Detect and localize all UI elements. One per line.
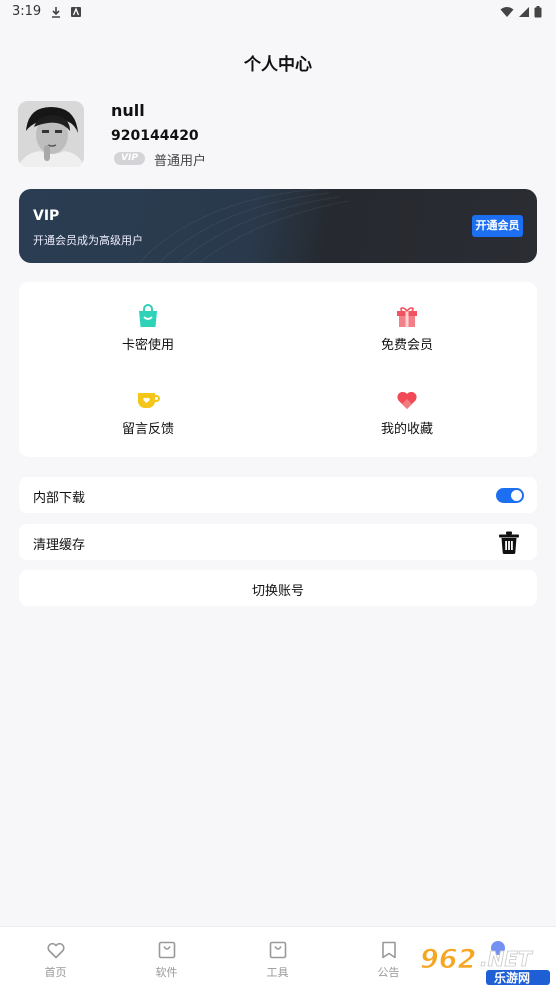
shopping-bag-icon bbox=[139, 304, 157, 327]
internal-download-row: 内部下载 bbox=[19, 477, 537, 513]
svg-text:962: 962 bbox=[420, 944, 476, 975]
grid-label: 卡密使用 bbox=[121, 338, 174, 353]
user-level: 普通用户 bbox=[154, 154, 207, 169]
tab-label: 首页 bbox=[44, 966, 67, 979]
bag-outline-icon bbox=[269, 941, 286, 959]
tab-label: 工具 bbox=[266, 966, 289, 979]
tab-label: 软件 bbox=[155, 966, 178, 979]
signal-icon bbox=[519, 7, 529, 17]
vip-card-title: VIP bbox=[33, 208, 60, 224]
user-name: null bbox=[111, 101, 145, 120]
svg-text:.NET: .NET bbox=[480, 947, 533, 971]
heart-outline-icon bbox=[46, 942, 65, 959]
user-id: 920144420 bbox=[111, 128, 199, 144]
trash-icon[interactable] bbox=[498, 531, 520, 554]
download-icon bbox=[52, 7, 60, 18]
internal-download-label: 内部下载 bbox=[33, 491, 86, 506]
page-title: 个人中心 bbox=[244, 55, 312, 75]
vip-badge: VIP bbox=[114, 152, 145, 165]
coffee-cup-icon bbox=[138, 393, 160, 408]
clear-cache-row[interactable]: 清理缓存 bbox=[19, 524, 537, 560]
avatar[interactable] bbox=[18, 101, 84, 167]
switch-account-button[interactable]: 切换账号 bbox=[19, 570, 537, 606]
clear-cache-label: 清理缓存 bbox=[33, 538, 86, 553]
grid-label: 留言反馈 bbox=[121, 422, 174, 437]
grid-item-favorites[interactable]: 我的收藏 bbox=[327, 388, 487, 437]
battery-icon bbox=[534, 6, 542, 18]
svg-text:乐游网: 乐游网 bbox=[494, 970, 530, 985]
grid-label: 免费会员 bbox=[380, 338, 433, 353]
open-vip-button[interactable]: 开通会员 bbox=[472, 215, 523, 237]
status-time: 3:19 bbox=[12, 4, 42, 19]
bookmark-outline-icon bbox=[381, 941, 396, 959]
feature-grid: 卡密使用 免费会员 留言反馈 我的收藏 bbox=[19, 282, 537, 457]
internal-download-toggle[interactable] bbox=[496, 488, 524, 503]
heart-icon bbox=[397, 391, 417, 409]
gift-icon bbox=[397, 307, 417, 327]
vip-card-pattern bbox=[138, 189, 350, 263]
tab-software[interactable]: 软件 bbox=[111, 927, 222, 990]
wifi-icon bbox=[500, 7, 514, 17]
bag-outline-icon bbox=[158, 941, 175, 959]
switch-account-label: 切换账号 bbox=[251, 584, 304, 599]
app-notification-icon bbox=[71, 7, 81, 17]
grid-item-card-key[interactable]: 卡密使用 bbox=[68, 304, 228, 353]
watermark-logo: 962 .NET 乐游网 bbox=[418, 940, 552, 986]
grid-item-feedback[interactable]: 留言反馈 bbox=[68, 388, 228, 437]
vip-card[interactable]: VIP 开通会员成为高级用户 开通会员 bbox=[19, 189, 537, 263]
status-bar: 3:19 bbox=[0, 0, 556, 24]
tab-home[interactable]: 首页 bbox=[0, 927, 111, 990]
grid-item-free-vip[interactable]: 免费会员 bbox=[327, 304, 487, 353]
grid-label: 我的收藏 bbox=[380, 422, 433, 437]
tab-tools[interactable]: 工具 bbox=[222, 927, 333, 990]
toggle-knob bbox=[511, 490, 522, 501]
vip-card-subtitle: 开通会员成为高级用户 bbox=[33, 234, 143, 247]
